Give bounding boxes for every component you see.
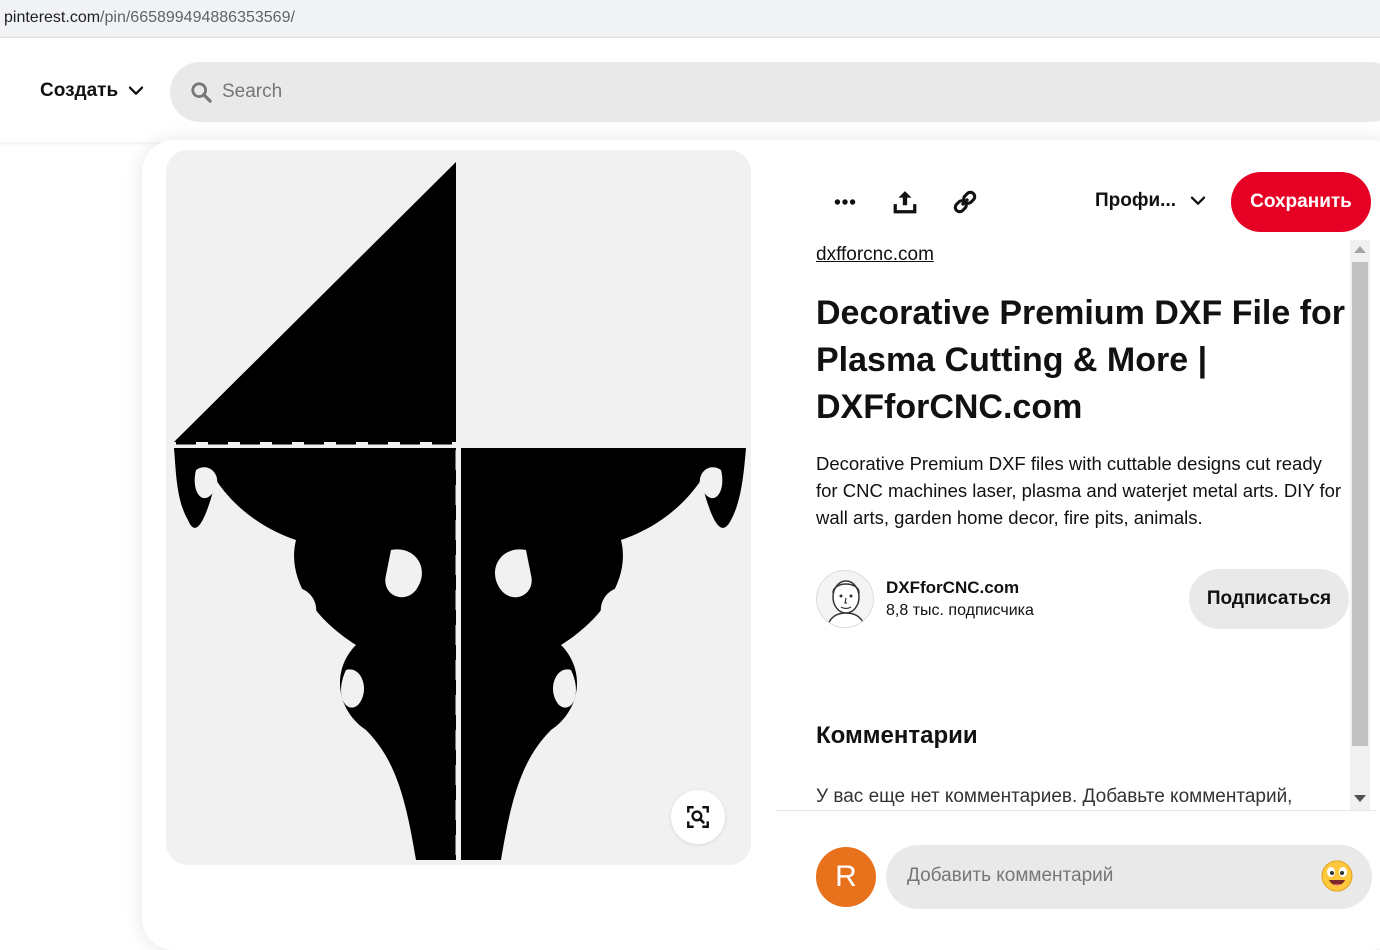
- link-icon: [953, 190, 977, 214]
- source-link[interactable]: dxfforcnc.com: [816, 244, 934, 266]
- save-button[interactable]: Сохранить: [1231, 172, 1371, 232]
- details-scrollbar[interactable]: [1350, 240, 1370, 810]
- no-comments-text: У вас еще нет комментариев. Добавьте ком…: [816, 786, 1293, 807]
- author-followers: 8,8 тыс. подписчика: [886, 602, 1034, 619]
- share-upload-icon: [893, 191, 917, 214]
- search-icon: [191, 82, 212, 103]
- search-bar[interactable]: [170, 62, 1380, 122]
- browser-address-bar[interactable]: pinterest.com/pin/665899494886353569/: [0, 0, 1380, 38]
- create-menu-button[interactable]: Создать: [40, 80, 144, 102]
- url-host: pinterest.com: [4, 9, 101, 26]
- pin-image[interactable]: [166, 150, 751, 865]
- scroll-up-arrow-icon[interactable]: [1354, 246, 1366, 253]
- emoji-picker-icon[interactable]: [1320, 859, 1354, 893]
- copy-link-button[interactable]: [943, 180, 987, 224]
- more-options-button[interactable]: [823, 180, 867, 224]
- divider: [776, 810, 1376, 811]
- author-block: DXFforCNC.com 8,8 тыс. подписчика Подпис…: [816, 568, 1349, 632]
- comments-heading: Комментарии: [816, 722, 978, 749]
- author-avatar[interactable]: [816, 570, 874, 628]
- user-avatar[interactable]: R: [816, 847, 876, 907]
- author-portrait-icon: [826, 580, 866, 627]
- pin-title: Decorative Premium DXF File for Plasma C…: [816, 294, 1346, 426]
- url-path: /pin/665899494886353569/: [100, 9, 295, 26]
- share-button[interactable]: [883, 180, 927, 224]
- chevron-down-icon: [128, 86, 144, 95]
- pin-toolbar: Профи... Сохранить: [815, 172, 1375, 232]
- comment-input[interactable]: [907, 865, 1307, 887]
- visual-search-button[interactable]: [671, 790, 725, 844]
- dxf-bracket-artwork: [174, 162, 746, 860]
- top-navigation: Создать: [0, 42, 1380, 142]
- pin-details-panel[interactable]: dxfforcnc.com Decorative Premium DXF Fil…: [776, 238, 1349, 810]
- comment-composer: R: [816, 845, 1376, 909]
- visual-search-icon: [687, 806, 709, 828]
- ellipsis-icon: [834, 199, 856, 205]
- author-name[interactable]: DXFforCNC.com: [886, 578, 1019, 598]
- pin-description: Decorative Premium DXF files with cuttab…: [816, 453, 1342, 528]
- chevron-down-icon: [1190, 196, 1206, 205]
- create-label: Создать: [40, 80, 119, 101]
- search-input[interactable]: [222, 81, 822, 103]
- subscribe-button[interactable]: Подписаться: [1189, 569, 1349, 629]
- comment-input-pill[interactable]: [886, 845, 1372, 909]
- scroll-down-arrow-icon[interactable]: [1354, 795, 1366, 802]
- board-label: Профи...: [1095, 190, 1177, 211]
- scrollbar-thumb[interactable]: [1352, 262, 1368, 746]
- url-text[interactable]: pinterest.com/pin/665899494886353569/: [4, 9, 295, 27]
- board-select-dropdown[interactable]: Профи...: [1095, 190, 1206, 212]
